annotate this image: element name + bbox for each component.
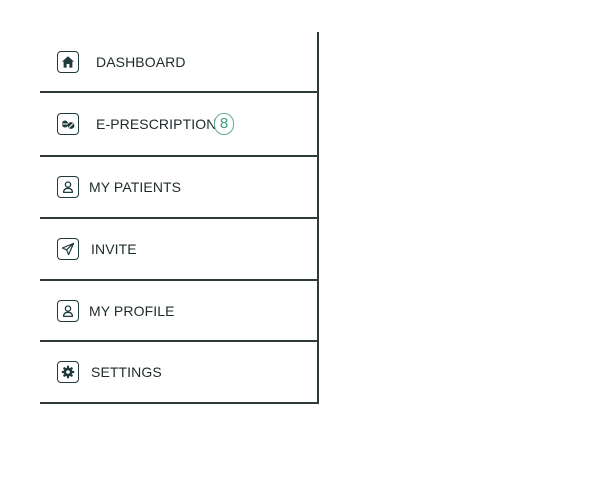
menu-item-my-profile[interactable]: MY PROFILE bbox=[40, 281, 317, 342]
user-icon bbox=[57, 176, 79, 198]
menu-item-label: DASHBOARD bbox=[96, 53, 186, 70]
user-icon bbox=[57, 299, 79, 322]
menu-item-label: SETTINGS bbox=[91, 364, 162, 380]
menu-item-settings[interactable]: SETTINGS bbox=[40, 342, 317, 404]
notification-badge: 8 bbox=[214, 113, 234, 135]
menu-item-label: E-PRESCRIPTIONS bbox=[96, 116, 226, 132]
menu-item-label: MY PATIENTS bbox=[89, 179, 182, 195]
menu-item-dashboard[interactable]: DASHBOARD bbox=[40, 32, 317, 93]
page: DASHBOARD E-PRESCRIPTIONS 8 MY PATIENTS … bbox=[0, 0, 600, 478]
paper-plane-icon bbox=[57, 238, 79, 260]
menu-item-label: INVITE bbox=[91, 241, 137, 257]
menu-item-invite[interactable]: INVITE bbox=[40, 219, 317, 281]
pills-icon bbox=[57, 113, 79, 135]
home-icon bbox=[57, 50, 79, 73]
menu-item-my-patients[interactable]: MY PATIENTS bbox=[40, 157, 317, 219]
menu-item-label: MY PROFILE bbox=[89, 302, 175, 319]
gear-icon bbox=[57, 361, 79, 383]
menu-item-e-prescriptions[interactable]: E-PRESCRIPTIONS 8 bbox=[40, 93, 317, 157]
sidebar-menu: DASHBOARD E-PRESCRIPTIONS 8 MY PATIENTS … bbox=[40, 32, 319, 404]
